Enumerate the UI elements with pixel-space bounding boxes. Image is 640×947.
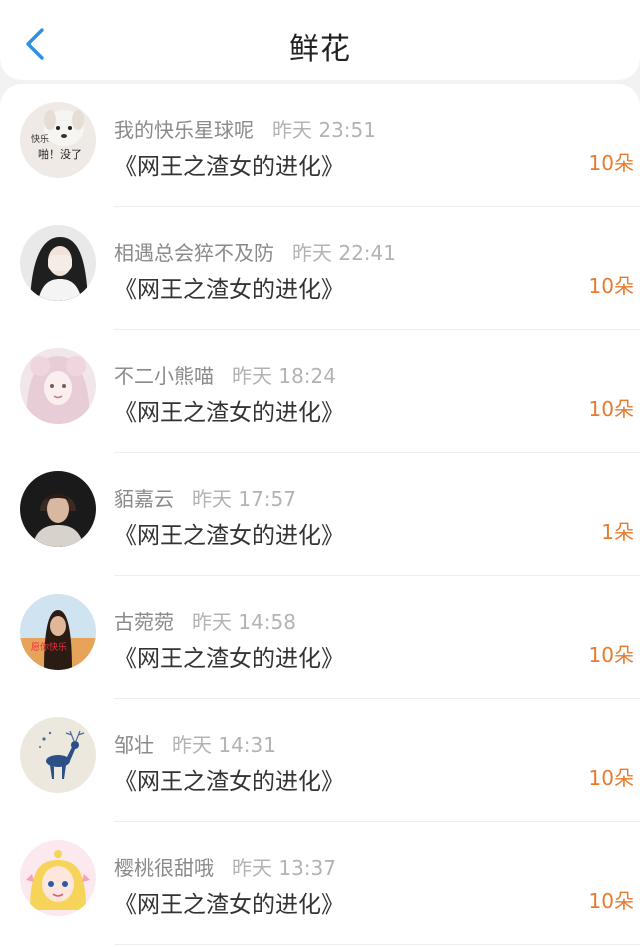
page-title: 鲜花 (289, 32, 351, 67)
avatar-caption-1: 愿你快乐 (31, 641, 67, 653)
flowers-page: 鲜花 快乐 啪！没了 我的快乐星球呢 昨天 23:51 《网王之渣女的进化》 1… (0, 0, 640, 947)
user-name[interactable]: 古菀菀 (114, 610, 174, 634)
timestamp: 昨天 23:51 (272, 118, 376, 142)
flower-list: 快乐 啪！没了 我的快乐星球呢昨天 23:51 《网王之渣女的进化》 10朵 (0, 84, 640, 947)
book-title[interactable]: 《网王之渣女的进化》 (114, 885, 344, 919)
book-title[interactable]: 《网王之渣女的进化》 (114, 516, 344, 550)
avatar[interactable] (20, 225, 96, 301)
avatar[interactable] (20, 471, 96, 547)
list-item[interactable]: 邹壮 昨天 14:31 《网王之渣女的进化》 10朵 (0, 699, 640, 822)
flower-count: 10朵 (588, 766, 634, 790)
meta: 古菀菀 昨天 14:58 (114, 606, 296, 635)
list-item[interactable]: 愿你快乐 古菀菀 昨天 14:58 《网王之渣女的进化》 10朵 (0, 576, 640, 699)
user-name[interactable]: 邹壮 (114, 733, 154, 757)
user-name[interactable]: 貊嘉云 (114, 487, 174, 511)
user-name[interactable]: 我的快乐星球呢 (114, 118, 254, 142)
user-name[interactable]: 樱桃很甜哦 (114, 856, 214, 880)
book-title[interactable]: 《网王之渣女的进化》 (114, 393, 344, 427)
book-title[interactable]: 《网王之渣女的进化》 (114, 147, 344, 181)
flower-count: 10朵 (588, 889, 634, 913)
avatar[interactable] (20, 840, 96, 916)
flower-count: 10朵 (588, 151, 634, 175)
book-title[interactable]: 《网王之渣女的进化》 (114, 762, 344, 796)
flower-count: 10朵 (588, 397, 634, 421)
book-title[interactable]: 《网王之渣女的进化》 (114, 639, 344, 673)
meta: 相遇总会猝不及防 昨天 22:41 (114, 237, 396, 266)
list-item[interactable]: 不二小熊喵 昨天 18:24 《网王之渣女的进化》 10朵 (0, 330, 640, 453)
avatar-caption-2: 啪！没了 (38, 147, 82, 161)
avatar-caption-1: 快乐 (31, 133, 49, 145)
divider (114, 944, 640, 945)
nav-bar: 鲜花 (0, 0, 640, 80)
list-item[interactable]: 相遇总会猝不及防 昨天 22:41 《网王之渣女的进化》 10朵 (0, 207, 640, 330)
meta: 我的快乐星球呢 昨天 23:51 (114, 114, 376, 143)
timestamp: 昨天 17:57 (192, 487, 296, 511)
meta: 邹壮 昨天 14:31 (114, 729, 276, 758)
avatar[interactable] (20, 717, 96, 793)
avatar[interactable] (20, 348, 96, 424)
user-name[interactable]: 相遇总会猝不及防 (114, 241, 274, 265)
timestamp: 昨天 22:41 (292, 241, 396, 265)
meta: 不二小熊喵 昨天 18:24 (114, 360, 336, 389)
user-name[interactable]: 不二小熊喵 (114, 364, 214, 388)
timestamp: 昨天 18:24 (232, 364, 336, 388)
timestamp: 昨天 14:31 (172, 733, 276, 757)
avatar[interactable]: 愿你快乐 (20, 594, 96, 670)
flower-count: 10朵 (588, 274, 634, 298)
flower-count: 1朵 (601, 520, 634, 544)
flower-count: 10朵 (588, 643, 634, 667)
meta: 貊嘉云 昨天 17:57 (114, 483, 296, 512)
list-item[interactable]: 貊嘉云 昨天 17:57 《网王之渣女的进化》 1朵 (0, 453, 640, 576)
list-item[interactable]: 樱桃很甜哦 昨天 13:37 《网王之渣女的进化》 10朵 (0, 822, 640, 945)
avatar[interactable]: 快乐 啪！没了 (20, 102, 96, 178)
timestamp: 昨天 14:58 (192, 610, 296, 634)
book-title[interactable]: 《网王之渣女的进化》 (114, 270, 344, 304)
timestamp: 昨天 13:37 (232, 856, 336, 880)
meta: 樱桃很甜哦 昨天 13:37 (114, 852, 336, 881)
list-item[interactable]: 快乐 啪！没了 我的快乐星球呢 昨天 23:51 《网王之渣女的进化》 10朵 (0, 84, 640, 207)
